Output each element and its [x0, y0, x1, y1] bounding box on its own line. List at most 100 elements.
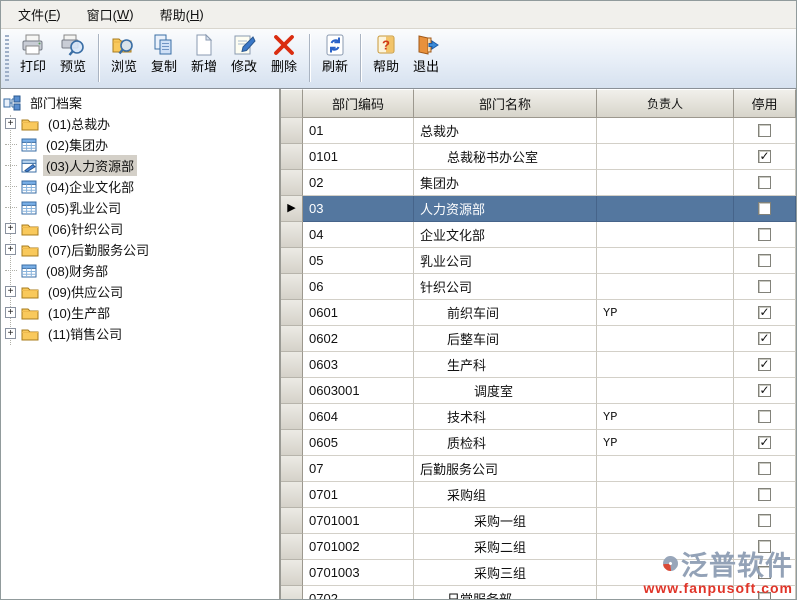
disabled-cell[interactable] — [734, 586, 796, 599]
row-selector-cell[interactable] — [281, 144, 303, 170]
table-row-0701002[interactable]: 0701002采购二组 — [281, 534, 796, 560]
table-row-05[interactable]: 05乳业公司 — [281, 248, 796, 274]
dept-code-cell[interactable]: 06 — [303, 274, 414, 300]
row-selector-cell[interactable] — [281, 482, 303, 508]
dept-code-cell[interactable]: 0701 — [303, 482, 414, 508]
menu-item-0[interactable]: 文件(F) — [5, 1, 74, 28]
row-selector-cell[interactable] — [281, 300, 303, 326]
owner-cell[interactable] — [597, 144, 734, 170]
dept-code-cell[interactable]: 0702 — [303, 586, 414, 599]
dept-code-cell[interactable]: 03 — [303, 196, 414, 222]
disabled-cell[interactable]: ✓ — [734, 144, 796, 170]
dept-code-cell[interactable]: 0601 — [303, 300, 414, 326]
owner-cell[interactable] — [597, 274, 734, 300]
table-row-0701001[interactable]: 0701001采购一组 — [281, 508, 796, 534]
dept-name-cell[interactable]: 质检科 — [414, 430, 597, 456]
row-selector-cell[interactable] — [281, 430, 303, 456]
disabled-checkbox[interactable] — [758, 176, 771, 189]
disabled-cell[interactable] — [734, 508, 796, 534]
row-selector-cell[interactable] — [281, 274, 303, 300]
toolbar-exit-button[interactable]: 退出 — [406, 32, 446, 84]
dept-name-cell[interactable]: 采购一组 — [414, 508, 597, 534]
table-row-0602[interactable]: 0602后整车间✓ — [281, 326, 796, 352]
dept-name-cell[interactable]: 企业文化部 — [414, 222, 597, 248]
expand-plus-icon[interactable] — [5, 286, 16, 297]
disabled-checkbox[interactable] — [758, 462, 771, 475]
tree-root[interactable]: 部门档案 — [1, 92, 279, 113]
disabled-checkbox[interactable]: ✓ — [758, 358, 771, 371]
owner-cell[interactable] — [597, 352, 734, 378]
row-selector-cell[interactable] — [281, 508, 303, 534]
dept-name-cell[interactable]: 总裁秘书办公室 — [414, 144, 597, 170]
dept-code-cell[interactable]: 0603001 — [303, 378, 414, 404]
menu-item-1[interactable]: 窗口(W) — [74, 1, 147, 28]
disabled-checkbox[interactable]: ✓ — [758, 150, 771, 163]
expand-plus-icon[interactable] — [5, 118, 16, 129]
dept-name-cell[interactable]: 采购组 — [414, 482, 597, 508]
disabled-cell[interactable] — [734, 534, 796, 560]
disabled-checkbox[interactable] — [758, 280, 771, 293]
row-selector-cell[interactable] — [281, 456, 303, 482]
dept-code-cell[interactable]: 01 — [303, 118, 414, 144]
dept-name-cell[interactable]: 集团办 — [414, 170, 597, 196]
dept-code-cell[interactable]: 05 — [303, 248, 414, 274]
disabled-cell[interactable] — [734, 118, 796, 144]
table-row-07[interactable]: 07后勤服务公司 — [281, 456, 796, 482]
disabled-checkbox[interactable] — [758, 228, 771, 241]
disabled-cell[interactable]: ✓ — [734, 378, 796, 404]
owner-cell[interactable] — [597, 560, 734, 586]
owner-cell[interactable] — [597, 456, 734, 482]
dept-name-cell[interactable]: 后勤服务公司 — [414, 456, 597, 482]
tree-item-05乳业公司[interactable]: (05)乳业公司 — [1, 197, 279, 218]
toolbar-grip[interactable] — [5, 35, 9, 81]
row-selector-cell[interactable] — [281, 560, 303, 586]
toolbar-edit-button[interactable]: 修改 — [224, 32, 264, 84]
table-row-0701[interactable]: 0701采购组 — [281, 482, 796, 508]
toolbar-preview-button[interactable]: 预览 — [53, 32, 93, 84]
disabled-checkbox[interactable] — [758, 410, 771, 423]
table-row-02[interactable]: 02集团办 — [281, 170, 796, 196]
owner-cell[interactable] — [597, 586, 734, 599]
disabled-cell[interactable] — [734, 274, 796, 300]
disabled-cell[interactable] — [734, 248, 796, 274]
owner-cell[interactable] — [597, 248, 734, 274]
dept-code-cell[interactable]: 0701001 — [303, 508, 414, 534]
owner-cell[interactable] — [597, 222, 734, 248]
disabled-checkbox[interactable] — [758, 254, 771, 267]
tree-item-11销售公司[interactable]: (11)销售公司 — [1, 323, 279, 344]
disabled-cell[interactable]: ✓ — [734, 326, 796, 352]
disabled-checkbox[interactable] — [758, 488, 771, 501]
dept-name-cell[interactable]: 总裁办 — [414, 118, 597, 144]
dept-name-cell[interactable]: 前织车间 — [414, 300, 597, 326]
dept-name-cell[interactable]: 技术科 — [414, 404, 597, 430]
expand-plus-icon[interactable] — [5, 307, 16, 318]
disabled-checkbox[interactable]: ✓ — [758, 306, 771, 319]
tree-item-09供应公司[interactable]: (09)供应公司 — [1, 281, 279, 302]
column-header-owner[interactable]: 负责人 — [597, 89, 734, 118]
column-header-code[interactable]: 部门编码 — [303, 89, 414, 118]
row-selector-cell[interactable] — [281, 404, 303, 430]
disabled-checkbox[interactable] — [758, 202, 771, 215]
disabled-cell[interactable] — [734, 456, 796, 482]
column-header-name[interactable]: 部门名称 — [414, 89, 597, 118]
dept-code-cell[interactable]: 07 — [303, 456, 414, 482]
toolbar-delete-button[interactable]: 删除 — [264, 32, 304, 84]
owner-cell[interactable] — [597, 170, 734, 196]
expand-plus-icon[interactable] — [5, 328, 16, 339]
tree-item-01总裁办[interactable]: (01)总裁办 — [1, 113, 279, 134]
dept-name-cell[interactable]: 调度室 — [414, 378, 597, 404]
row-selector-cell[interactable] — [281, 378, 303, 404]
owner-cell[interactable] — [597, 378, 734, 404]
tree-item-10生产部[interactable]: (10)生产部 — [1, 302, 279, 323]
disabled-cell[interactable]: ✓ — [734, 352, 796, 378]
table-row-0101[interactable]: 0101总裁秘书办公室✓ — [281, 144, 796, 170]
disabled-cell[interactable] — [734, 482, 796, 508]
tree-item-08财务部[interactable]: (08)财务部 — [1, 260, 279, 281]
disabled-cell[interactable]: ✓ — [734, 300, 796, 326]
disabled-checkbox[interactable] — [758, 514, 771, 527]
owner-cell[interactable]: YP — [597, 404, 734, 430]
row-selector-cell[interactable] — [281, 222, 303, 248]
column-header-flag[interactable]: 停用 — [734, 89, 796, 118]
row-selector-cell[interactable] — [281, 170, 303, 196]
row-selector-cell[interactable]: ▶ — [281, 196, 303, 222]
